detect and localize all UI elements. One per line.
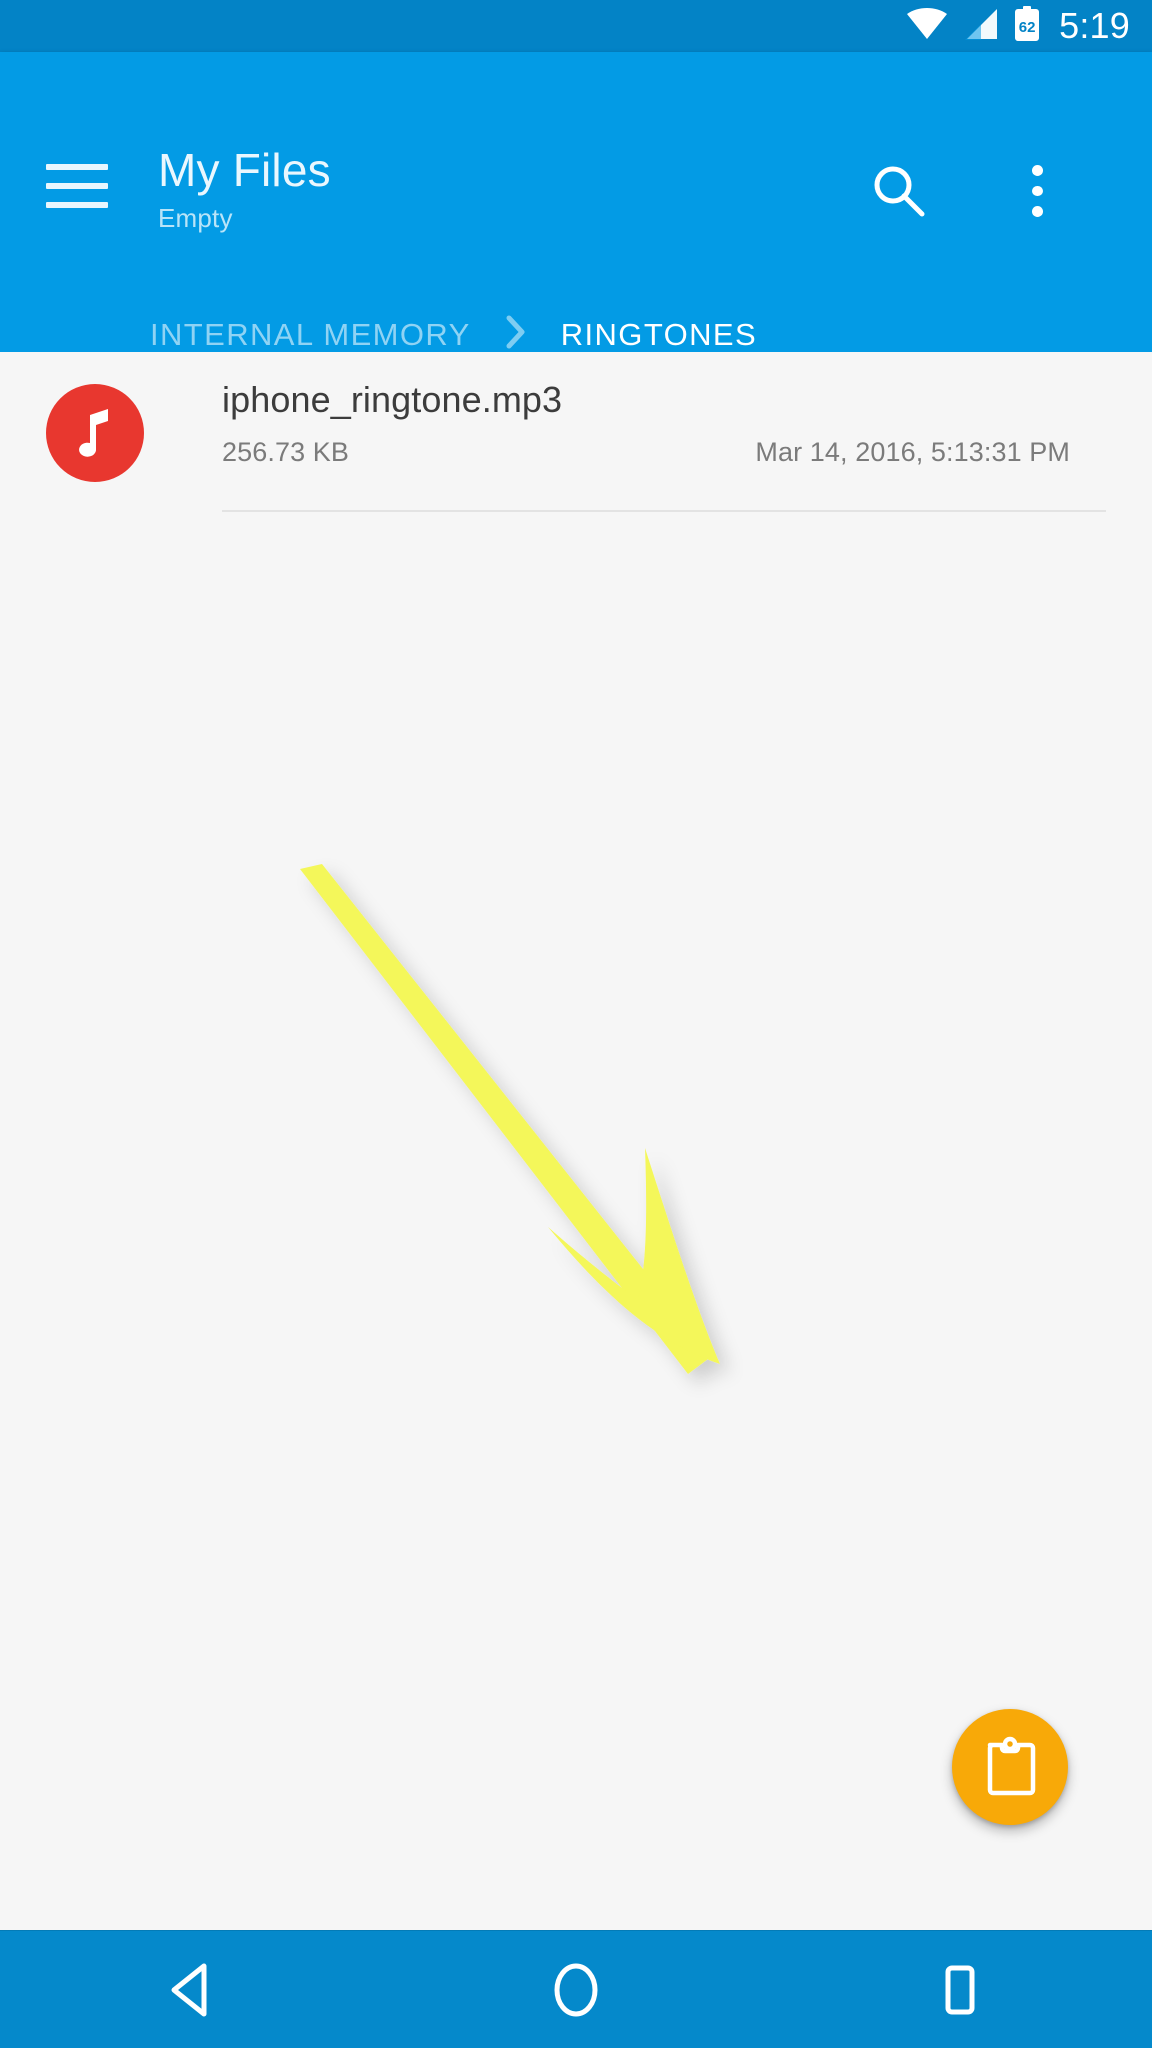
breadcrumb-item-ringtones[interactable]: RINGTONES: [561, 317, 757, 352]
music-note-icon: [46, 384, 144, 482]
overflow-dot-3: [1031, 206, 1043, 218]
android-screen: 62 5:19 My Files Empty INTERNAL MEMORY R…: [0, 0, 1152, 2048]
back-triangle-icon[interactable]: [117, 1931, 267, 2048]
overflow-dot-1: [1031, 165, 1043, 176]
navigation-bar: [0, 1930, 1152, 2048]
cellular-signal-icon: [963, 7, 999, 46]
file-meta: 256.73 KB Mar 14, 2016, 5:13:31 PM: [222, 436, 1106, 468]
menu-bar-1: [46, 164, 108, 170]
table-row[interactable]: iphone_ringtone.mp3 256.73 KB Mar 14, 20…: [0, 352, 1152, 512]
search-icon[interactable]: [868, 160, 930, 222]
paste-fab-button[interactable]: [952, 1709, 1068, 1825]
file-name: iphone_ringtone.mp3: [222, 379, 563, 420]
app-bar: My Files Empty INTERNAL MEMORY RINGTONES: [0, 52, 1152, 352]
status-bar: 62 5:19: [0, 0, 1152, 52]
title-block: My Files Empty: [158, 144, 331, 234]
clipboard-paste-icon: [987, 1736, 1036, 1796]
status-bar-clock: 5:19: [1059, 5, 1130, 46]
home-circle-icon[interactable]: [501, 1931, 651, 2048]
breadcrumb: INTERNAL MEMORY RINGTONES: [150, 314, 757, 355]
recents-square-icon[interactable]: [885, 1931, 1035, 2048]
annotation-arrow-icon: [300, 864, 720, 1374]
overflow-dot-2: [1031, 185, 1043, 197]
file-date: Mar 14, 2016, 5:13:31 PM: [755, 437, 1070, 467]
file-list: iphone_ringtone.mp3 256.73 KB Mar 14, 20…: [0, 352, 1152, 512]
page-title: My Files: [158, 144, 331, 196]
wifi-icon: [905, 7, 949, 46]
file-text-block: iphone_ringtone.mp3 256.73 KB Mar 14, 20…: [222, 378, 1106, 468]
content-area: iphone_ringtone.mp3 256.73 KB Mar 14, 20…: [0, 352, 1152, 1930]
battery-level-text: 62: [1018, 18, 1036, 36]
chevron-right-icon: [505, 314, 527, 355]
battery-icon: 62: [1013, 5, 1041, 47]
hamburger-menu-icon[interactable]: [46, 164, 108, 208]
menu-bar-3: [46, 202, 108, 208]
file-size: 256.73 KB: [222, 437, 350, 467]
page-subtitle: Empty: [158, 203, 233, 233]
breadcrumb-item-internal-memory[interactable]: INTERNAL MEMORY: [150, 317, 471, 352]
overflow-menu-icon[interactable]: [1006, 160, 1068, 222]
menu-bar-2: [46, 183, 108, 189]
row-divider: [222, 510, 1106, 512]
